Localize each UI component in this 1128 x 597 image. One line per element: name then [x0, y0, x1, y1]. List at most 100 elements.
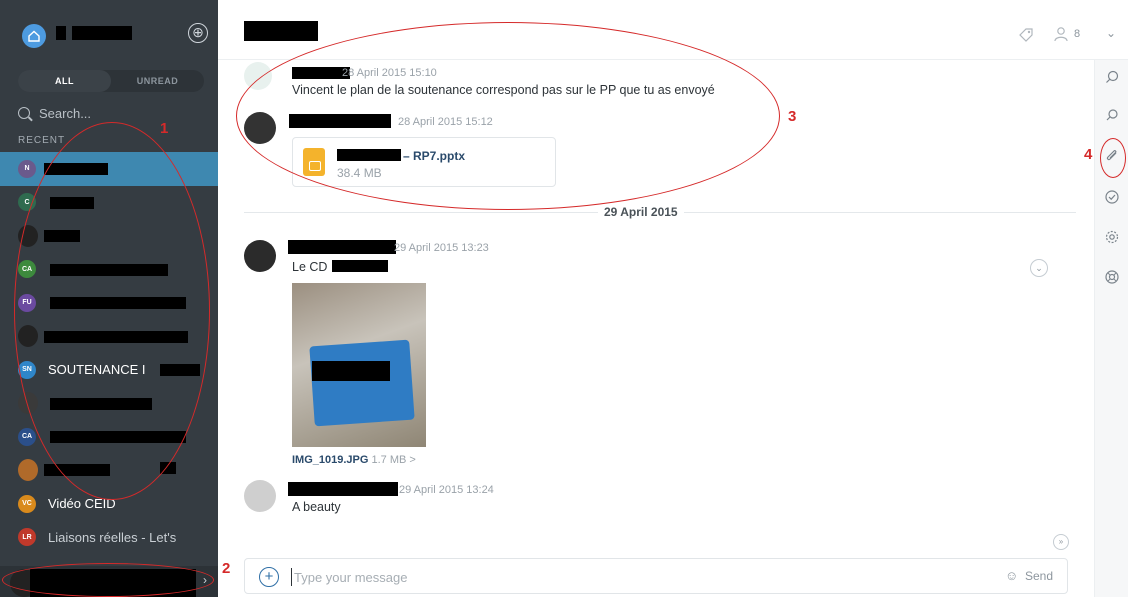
settings-icon[interactable]	[1095, 230, 1128, 248]
room-search[interactable]: Search...	[18, 103, 91, 123]
room-avatar: CA	[18, 260, 36, 279]
tag-icon[interactable]	[1018, 27, 1034, 46]
redacted-block	[331, 260, 388, 272]
current-user-bar[interactable]: ›	[0, 566, 218, 597]
sidebar: ⊕ ALL UNREAD Search... RECENT N C CA FU …	[0, 0, 218, 597]
file-name: – RP7.pptx	[403, 149, 466, 163]
room-avatar: C	[18, 193, 36, 212]
redacted-block	[337, 149, 401, 161]
room-avatar: SN	[18, 360, 36, 379]
author-name	[288, 240, 396, 254]
chevron-right-icon[interactable]: ›	[203, 573, 207, 587]
member-count: 8	[1074, 28, 1081, 40]
annotation-number: 3	[788, 108, 797, 125]
search-icon[interactable]	[1095, 70, 1128, 88]
search-icon	[18, 107, 30, 119]
sidebar-header: ⊕	[0, 0, 218, 64]
redacted-block	[160, 364, 200, 376]
message-text: Le CD	[292, 260, 388, 274]
author-name	[288, 482, 398, 496]
room-avatar	[18, 224, 38, 247]
room-item[interactable]: CA	[0, 420, 218, 454]
author-name	[289, 114, 391, 128]
add-room-icon[interactable]: ⊕	[188, 23, 208, 43]
room-item[interactable]	[0, 387, 218, 421]
image-file-size: 1.7 MB >	[371, 454, 416, 466]
send-button[interactable]: Send	[1025, 569, 1053, 583]
room-avatar: FU	[18, 293, 36, 312]
image-file-name: IMG_1019.JPG	[292, 454, 369, 466]
app-window: ⊕ ALL UNREAD Search... RECENT N C CA FU …	[0, 0, 1128, 597]
redacted-block	[50, 297, 186, 309]
room-item[interactable]	[0, 454, 218, 488]
message-timeline: 28 April 2015 15:10 Vincent le plan de l…	[218, 60, 1094, 550]
room-avatar: N	[18, 159, 36, 178]
add-attachment-icon[interactable]: +	[259, 567, 279, 587]
image-caption[interactable]: IMG_1019.JPG 1.7 MB >	[292, 454, 416, 466]
room-avatar	[18, 459, 38, 482]
file-icon	[303, 148, 325, 176]
room-item[interactable]: N	[0, 152, 218, 186]
room-filter: ALL UNREAD	[18, 70, 204, 92]
room-avatar	[18, 392, 38, 415]
room-avatar: CA	[18, 427, 36, 446]
annotation-number: 2	[222, 560, 231, 577]
redacted-block	[44, 163, 108, 175]
room-item[interactable]: VC Vidéo CEID	[0, 487, 218, 521]
room-item[interactable]: FU	[0, 286, 218, 320]
user-avatar	[244, 62, 272, 90]
room-label: Liaisons réelles - Let's	[48, 529, 177, 545]
room-item[interactable]: CA	[0, 253, 218, 287]
search-placeholder: Search...	[39, 105, 92, 121]
annotation-number: 4	[1084, 146, 1093, 163]
redacted-block	[312, 361, 390, 381]
right-toolbar	[1094, 60, 1128, 597]
room-avatar: LR	[18, 528, 36, 547]
redacted-block	[44, 463, 110, 476]
room-list: N C CA FU SN SOUTENANCE I CA VC Vidéo CE…	[0, 152, 218, 554]
chevron-down-icon[interactable]: ⌄	[1106, 26, 1116, 40]
message-timestamp: 29 April 2015 13:24	[399, 484, 494, 496]
message-timestamp: 28 April 2015 15:12	[398, 116, 493, 128]
user-avatar	[244, 112, 276, 144]
redacted-block	[72, 26, 133, 40]
redacted-block	[30, 569, 196, 597]
filter-unread-tab[interactable]: UNREAD	[111, 70, 204, 92]
attachments-icon[interactable]	[1095, 148, 1128, 168]
room-header: 8 ⌄	[218, 0, 1128, 60]
people-icon[interactable]	[1054, 26, 1072, 45]
recent-section-label: RECENT	[18, 135, 66, 146]
home-icon[interactable]	[22, 24, 46, 48]
user-avatar	[244, 480, 276, 512]
room-item[interactable]: LR Liaisons réelles - Let's	[0, 521, 218, 555]
message-composer: + ☺ Send	[244, 558, 1068, 594]
message-text-content: Le CD	[292, 260, 328, 274]
day-label: 29 April 2015	[598, 205, 684, 219]
redacted-block	[50, 263, 168, 276]
room-item[interactable]: SN SOUTENANCE I	[0, 353, 218, 387]
file-attachment[interactable]: – RP7.pptx 38.4 MB	[292, 137, 556, 187]
help-icon[interactable]	[1095, 270, 1128, 288]
redacted-block	[50, 196, 94, 209]
redacted-block	[50, 397, 152, 410]
message-menu-icon[interactable]: ⌄	[1030, 259, 1048, 277]
message-text: A beauty	[292, 500, 341, 514]
message-text: Vincent le plan de la soutenance corresp…	[292, 83, 715, 97]
room-item[interactable]: C	[0, 186, 218, 220]
redacted-block	[44, 330, 188, 343]
search-messages-icon[interactable]	[1095, 108, 1128, 126]
filter-all-tab[interactable]: ALL	[18, 70, 111, 92]
file-size: 38.4 MB	[337, 166, 382, 180]
emoji-icon[interactable]: ☺	[1005, 568, 1018, 583]
redacted-block	[50, 431, 186, 443]
scroll-to-bottom-icon[interactable]: »	[1053, 534, 1069, 550]
room-item[interactable]	[0, 320, 218, 354]
user-avatar	[244, 240, 276, 272]
tasks-icon[interactable]	[1095, 190, 1128, 208]
image-attachment[interactable]	[292, 283, 426, 447]
message-timestamp: 29 April 2015 13:23	[394, 242, 489, 254]
room-title	[244, 21, 318, 41]
room-label: Vidéo CEID	[48, 496, 116, 512]
message-input[interactable]	[291, 568, 971, 586]
room-item[interactable]	[0, 219, 218, 253]
